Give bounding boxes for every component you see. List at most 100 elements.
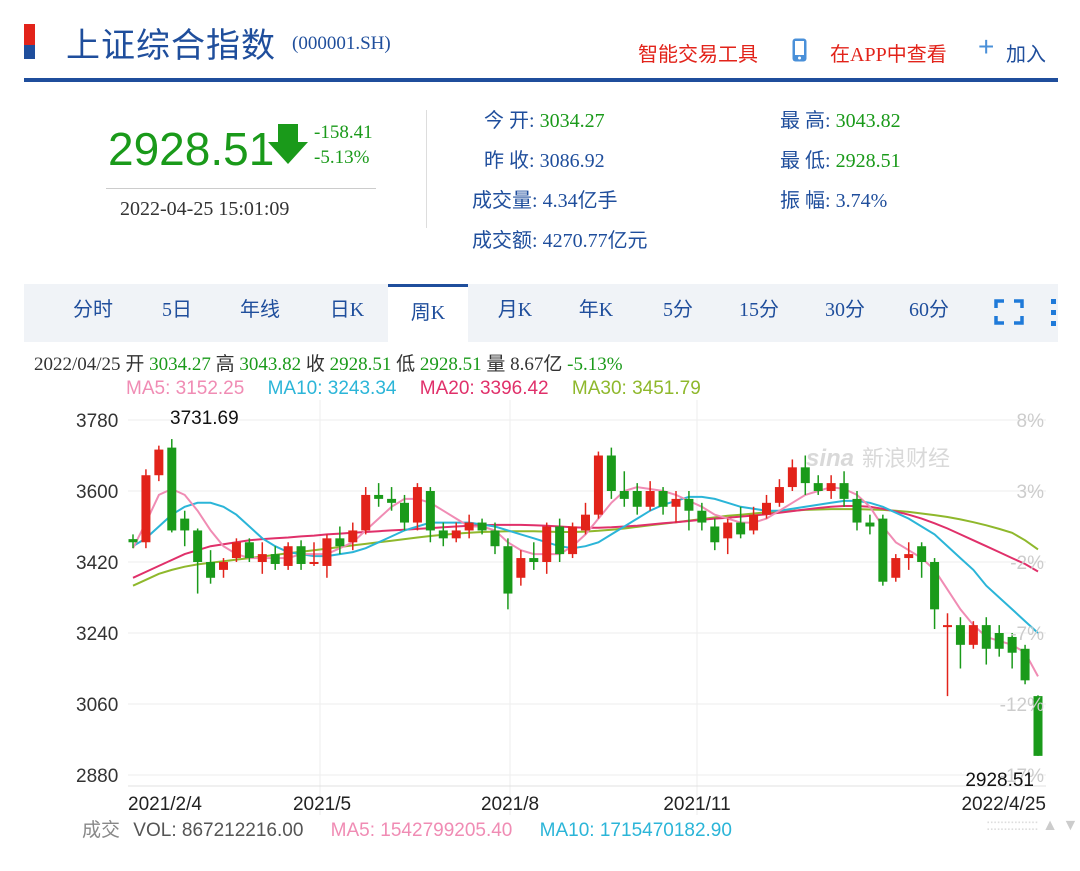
candle-up[interactable] [826,483,836,491]
candle-down[interactable] [710,526,720,543]
candle-up[interactable] [891,558,901,578]
volume-label: 成交 [82,820,121,841]
candle-up[interactable] [671,498,681,507]
candle-down[interactable] [852,498,862,523]
candle-down[interactable] [438,530,448,539]
candle-down[interactable] [839,483,849,499]
kline-low: 2928.51 [419,354,482,375]
phone-icon[interactable] [792,38,807,62]
candle-down[interactable] [296,546,306,564]
candle-down[interactable] [619,491,629,499]
candle-down[interactable] [529,558,539,562]
candle-up[interactable] [257,554,267,562]
candle-down[interactable] [477,522,487,531]
candle-up[interactable] [943,625,952,628]
candle-down[interactable] [917,546,927,562]
candle-up[interactable] [348,530,358,543]
candle-up[interactable] [309,562,319,564]
tab-weekly-k[interactable]: 周K [388,284,468,342]
candle-down[interactable] [878,518,888,582]
more-options-icon[interactable] [1050,298,1058,328]
kline-high-label: 高 [215,354,235,375]
candle-down[interactable] [606,455,616,492]
stat-volume: 成交量: 4.34亿手 [472,190,618,212]
candle-up[interactable] [219,562,228,570]
candle-down[interactable] [387,498,397,503]
candle-up[interactable] [723,522,733,539]
candle-up[interactable] [749,514,759,531]
candle-down[interactable] [400,502,409,523]
candle-down[interactable] [632,491,642,507]
down-arrow-icon[interactable]: ▼ [1062,817,1078,834]
tab-yearly-k[interactable]: 年K [560,284,632,342]
volume-scroll-arrows[interactable]: ::::::::::::::: ▲ ▼ [986,817,1078,835]
candle-down[interactable] [994,633,1004,649]
candle-up[interactable] [141,475,151,543]
candle-down[interactable] [425,491,435,531]
plus-icon[interactable]: + [978,33,994,61]
candle-down[interactable] [865,522,875,527]
candle-down[interactable] [503,546,513,594]
candle-up[interactable] [542,526,552,563]
fullscreen-icon[interactable] [994,299,1024,325]
smart-trade-tools-link[interactable]: 智能交易工具 [638,38,758,67]
candle-up[interactable] [645,491,655,507]
candle-down[interactable] [490,530,500,547]
candle-up[interactable] [593,455,603,515]
candle-down[interactable] [270,554,280,564]
add-watchlist-button[interactable]: 加入 [1006,38,1046,67]
candle-up[interactable] [762,502,771,515]
tab-daily-k[interactable]: 日K [314,284,380,342]
candle-down[interactable] [930,562,940,610]
candle-down[interactable] [736,522,746,535]
candle-down[interactable] [167,447,177,531]
candle-down[interactable] [374,494,384,499]
candle-up[interactable] [283,546,293,566]
tab-15min[interactable]: 15分 [724,284,794,342]
candle-down[interactable] [555,526,565,555]
tab-intraday[interactable]: 分时 [58,284,128,342]
candle-down[interactable] [1020,648,1030,681]
stat-amplitude: 振 幅: 3.74% [780,190,888,212]
candle-down[interactable] [813,483,823,491]
candle-down[interactable] [684,498,694,511]
x-tick-label: 2021/8 [481,794,539,815]
candle-up[interactable] [968,625,978,645]
candle-down[interactable] [800,467,810,484]
candle-down[interactable] [955,625,965,645]
stat-high: 最 高: 3043.82 [780,110,901,132]
candle-down[interactable] [981,625,991,649]
candle-up[interactable] [154,449,164,476]
candle-down[interactable] [335,538,345,547]
view-in-app-link[interactable]: 在APP中查看 [830,38,947,67]
tab-60min[interactable]: 60分 [894,284,964,342]
volume-value: VOL: 867212216.00 [133,820,304,841]
candle-down[interactable] [658,491,668,507]
candle-up[interactable] [581,514,590,531]
candle-up[interactable] [787,467,797,488]
candle-down[interactable] [180,518,190,531]
up-arrow-icon[interactable]: ▲ [1042,817,1058,834]
candle-up[interactable] [464,522,474,531]
tab-30min[interactable]: 30分 [810,284,880,342]
candle-up[interactable] [451,530,461,539]
candle-up[interactable] [361,494,371,531]
tab-year-line[interactable]: 年线 [224,284,296,342]
candle-up[interactable] [568,526,578,555]
candle-up[interactable] [322,538,332,566]
candle-down[interactable] [193,530,203,562]
candle-up[interactable] [904,554,914,559]
candle-down[interactable] [697,510,707,523]
quote-panel: 2928.51 -158.41 -5.13% 2022-04-25 15:01:… [0,82,1080,272]
tab-monthly-k[interactable]: 月K [480,284,550,342]
tab-5min[interactable]: 5分 [648,284,708,342]
candle-down[interactable] [206,562,216,578]
candle-up[interactable] [774,487,784,503]
candle-down[interactable] [244,542,254,559]
candle-up[interactable] [516,558,526,578]
kline-chart[interactable]: sina 新浪财经 3780 8% 3600 3% 3420 -2% 3240 -7% 3060 -… [0,400,1080,815]
candle-up[interactable] [231,542,241,559]
candle-up[interactable] [412,487,422,523]
tab-5day[interactable]: 5日 [146,284,208,342]
candle-down[interactable] [128,539,138,543]
